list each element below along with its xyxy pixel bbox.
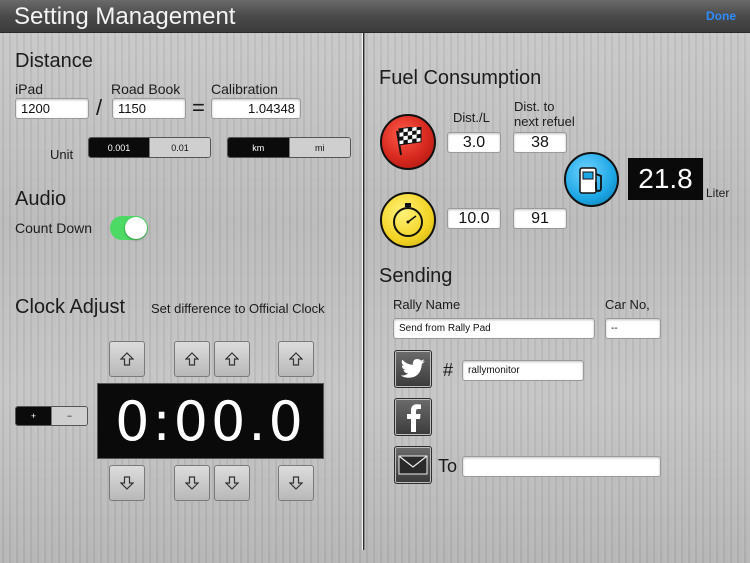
arrow-down-icon [185,476,199,490]
sign-segmented-control: + − [15,406,88,426]
arrow-up-icon [185,352,199,366]
fuel-section-title: Fuel Consumption [379,67,542,89]
clock-offset-display: 0:00.0 [97,383,324,459]
roadbook-label: Road Book [111,81,181,97]
precision-segmented-control: 0.001 0.01 [88,137,211,158]
calibration-input[interactable] [211,98,301,119]
tenths-down-button[interactable] [278,465,314,501]
arrow-down-icon [225,476,239,490]
minute-tens-down-button[interactable] [174,465,210,501]
car-no-input[interactable] [605,318,661,339]
fuel-pump-icon [564,152,619,207]
ipad-label: iPad [15,81,44,97]
audio-section-title: Audio [15,188,67,210]
normal-dist-next-refuel-input[interactable] [513,208,567,229]
minute-ones-up-button[interactable] [214,341,250,377]
checkered-flag-icon[interactable] [380,114,436,170]
unit-option-mi[interactable]: mi [288,138,350,157]
mail-icon[interactable] [394,446,432,484]
arrow-up-icon [289,352,303,366]
rally-dist-per-liter-input[interactable] [447,132,501,153]
sign-minus-option[interactable]: − [51,407,87,425]
page-title: Setting Management [14,3,236,30]
arrow-up-icon [120,352,134,366]
hour-up-button[interactable] [109,341,145,377]
arrow-down-icon [120,476,134,490]
hour-down-button[interactable] [109,465,145,501]
hashtag-input[interactable] [462,360,584,381]
sign-plus-option[interactable]: + [16,407,51,425]
rally-name-label: Rally Name [393,297,461,312]
hash-symbol: # [443,360,454,380]
slash-symbol: / [96,95,103,120]
ipad-distance-input[interactable] [15,98,89,119]
unit-segmented-control: km mi [227,137,351,158]
panel-divider [362,33,365,550]
fuel-liters-display: 21.8 [628,158,703,200]
normal-dist-per-liter-input[interactable] [447,208,501,229]
roadbook-distance-input[interactable] [112,98,186,119]
arrow-down-icon [289,476,303,490]
email-to-input[interactable] [462,456,661,477]
rally-dist-next-refuel-input[interactable] [513,132,567,153]
countdown-label: Count Down [15,220,93,236]
dist-next-refuel-label-line1: Dist. to [514,99,555,114]
precision-option-0.001[interactable]: 0.001 [89,138,149,157]
title-bar: Setting Management Done [0,0,750,33]
toggle-knob [125,217,147,239]
calibration-label: Calibration [211,81,278,97]
rally-name-input[interactable] [393,318,595,339]
countdown-toggle[interactable] [110,216,148,240]
minute-tens-up-button[interactable] [174,341,210,377]
tenths-up-button[interactable] [278,341,314,377]
clock-section-title: Clock Adjust [15,296,126,318]
minute-ones-down-button[interactable] [214,465,250,501]
done-button[interactable]: Done [706,9,736,23]
clock-subtitle: Set difference to Official Clock [151,301,325,316]
liter-unit-label: Liter [706,186,730,200]
equals-symbol: = [192,95,205,120]
to-label: To [438,456,458,476]
sending-section-title: Sending [379,265,453,287]
distance-section-title: Distance [15,50,93,72]
arrow-up-icon [225,352,239,366]
car-no-label: Car No, [605,297,650,312]
dist-next-refuel-label-line2: next refuel [514,114,575,129]
precision-option-0.01[interactable]: 0.01 [149,138,210,157]
facebook-icon[interactable] [394,398,432,436]
unit-label: Unit [50,147,74,162]
unit-option-km[interactable]: km [228,138,289,157]
stopwatch-icon[interactable] [380,192,436,248]
dist-per-liter-label: Dist./L [453,110,490,125]
twitter-icon[interactable] [394,350,432,388]
